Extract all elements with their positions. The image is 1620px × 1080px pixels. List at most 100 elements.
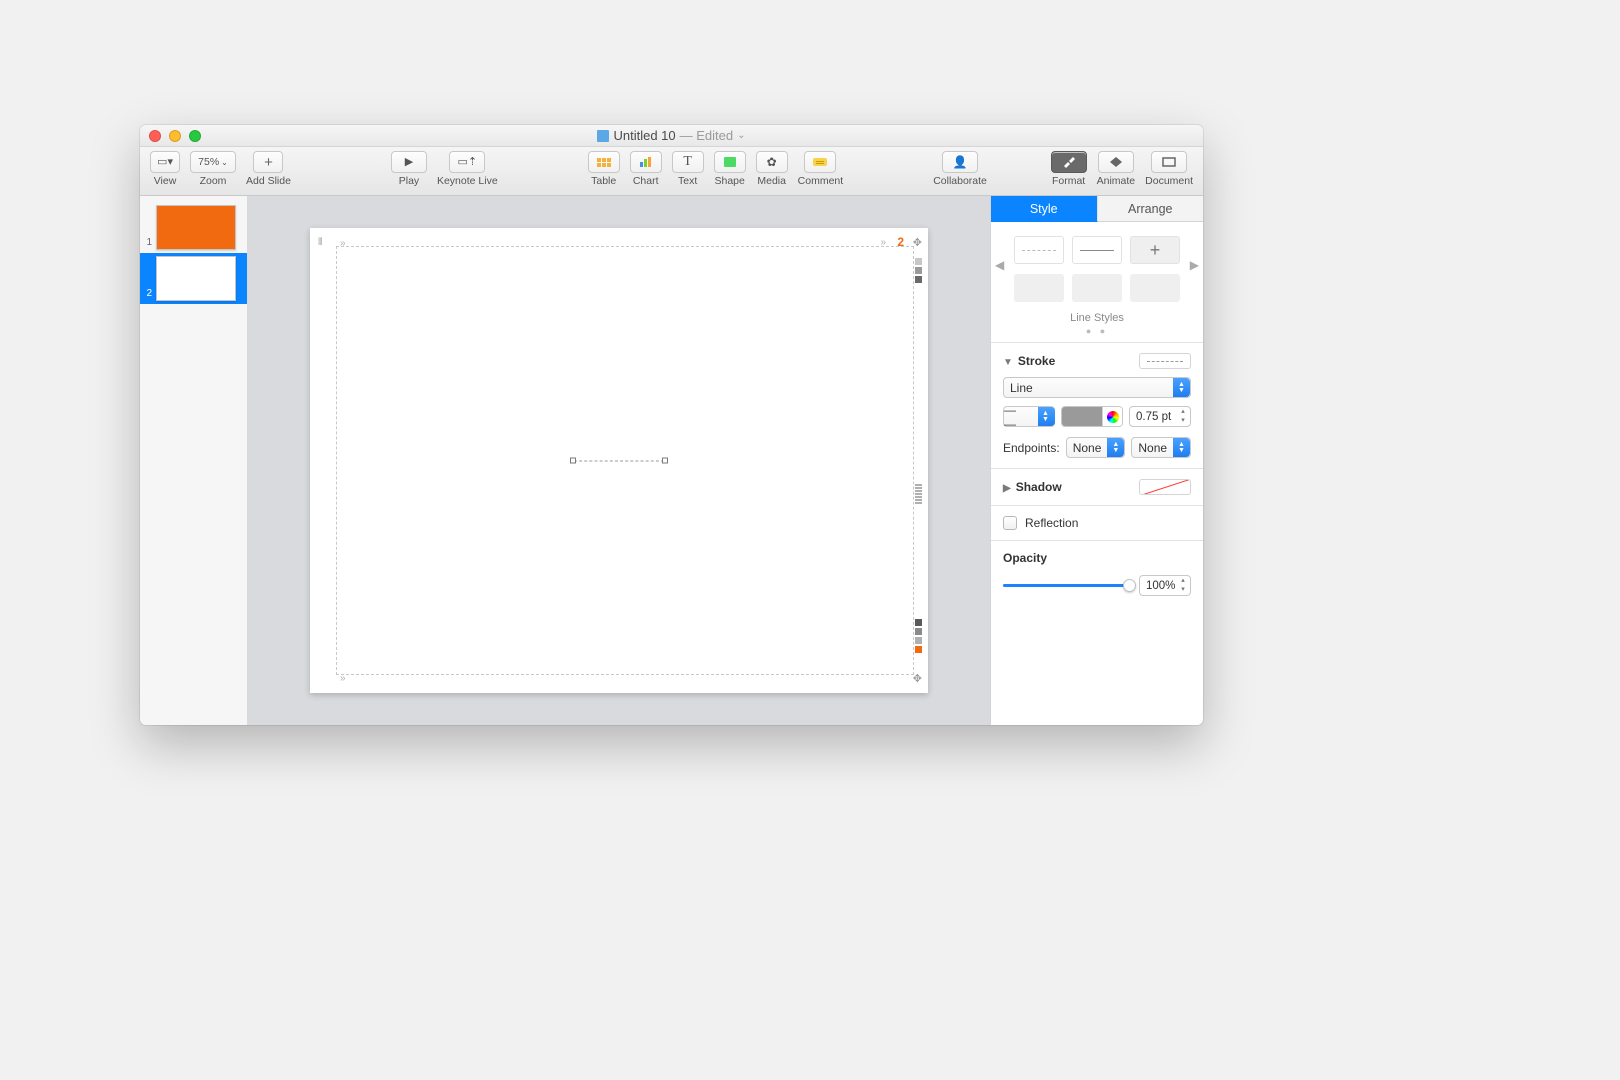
view-button[interactable]: ▭▾: [150, 151, 180, 173]
zoom-button[interactable]: 75%⌄: [190, 151, 236, 173]
text-button[interactable]: T: [672, 151, 704, 173]
canvas-area[interactable]: ⦀ » » 2 ✥ ✥ »: [248, 196, 990, 725]
window-title: Untitled 10 — Edited ⌄: [140, 128, 1203, 143]
add-slide-button[interactable]: +: [253, 151, 283, 173]
slide-thumb-1[interactable]: 1: [140, 202, 247, 253]
line-style-gallery: ◀ ▶ + Line Styles ● ●: [991, 222, 1203, 342]
gallery-prev-icon[interactable]: ◀: [995, 258, 1004, 272]
color-swatch: [1062, 407, 1102, 426]
document-group: Document: [1145, 151, 1193, 187]
toolbar: ▭▾ View 75%⌄ Zoom + Add Slide ▶ Play ▭⇡ …: [140, 147, 1203, 196]
line-style-preset[interactable]: [1014, 236, 1064, 264]
stroke-header[interactable]: ▼Stroke: [1003, 353, 1191, 369]
opacity-section: Opacity 100% ▴▾: [991, 540, 1203, 606]
media-group: ✿ Media: [756, 151, 788, 187]
shape-button[interactable]: [714, 151, 746, 173]
collaborate-group: 👤 Collaborate: [933, 151, 987, 187]
gallery-next-icon[interactable]: ▶: [1190, 258, 1199, 272]
broadcast-icon: ▭⇡: [458, 157, 478, 168]
shadow-header[interactable]: ▶Shadow: [1003, 479, 1191, 495]
chart-group: Chart: [630, 151, 662, 187]
ruler-icon: ⦀: [318, 237, 323, 248]
view-group: ▭▾ View: [150, 151, 180, 187]
page-dots: ● ●: [1001, 326, 1193, 336]
comment-group: Comment: [798, 151, 844, 187]
view-icon: ▭▾: [157, 157, 173, 168]
table-button[interactable]: [588, 151, 620, 173]
reflection-checkbox[interactable]: [1003, 516, 1017, 530]
selected-line-shape[interactable]: [574, 460, 664, 461]
color-picker-button[interactable]: [1102, 407, 1122, 426]
resize-handle-right[interactable]: [662, 457, 668, 463]
stroke-color-well[interactable]: [1061, 406, 1123, 427]
slider-fill: [1003, 584, 1129, 587]
document-icon: [597, 130, 609, 142]
opacity-label: Opacity: [1003, 551, 1191, 565]
line-style-preset[interactable]: [1014, 274, 1064, 302]
slide-canvas[interactable]: ⦀ » » 2 ✥ ✥ »: [310, 228, 928, 693]
slider-knob[interactable]: [1123, 579, 1136, 592]
slide-thumb-2[interactable]: 2: [140, 253, 247, 304]
document-button[interactable]: [1151, 151, 1187, 173]
line-style-preset[interactable]: [1130, 274, 1180, 302]
line-style-preset[interactable]: [1072, 274, 1122, 302]
opacity-slider[interactable]: [1003, 584, 1129, 587]
shape-group: Shape: [714, 151, 746, 187]
comment-label: Comment: [798, 175, 844, 187]
disclosure-triangle-icon: ▶: [1003, 483, 1011, 494]
collaborate-button[interactable]: 👤: [942, 151, 978, 173]
chevron-down-icon: ⌄: [221, 158, 228, 167]
collaborate-icon: 👤: [953, 155, 968, 169]
anchor-icon: ✥: [913, 672, 922, 685]
line-style-preset[interactable]: [1072, 236, 1122, 264]
endpoint-end-select[interactable]: None ▲▼: [1131, 437, 1191, 458]
animate-button[interactable]: [1098, 151, 1134, 173]
play-label: Play: [399, 175, 419, 187]
animate-group: Animate: [1097, 151, 1136, 187]
shadow-well[interactable]: [1139, 479, 1191, 495]
document-rect-icon: [1162, 156, 1176, 168]
add-style-button[interactable]: +: [1130, 236, 1180, 264]
chevron-down-icon[interactable]: ⌄: [737, 130, 745, 141]
table-group: Table: [588, 151, 620, 187]
resize-handle-left[interactable]: [570, 457, 576, 463]
select-stepper-icon: ▲▼: [1107, 438, 1124, 457]
solid-line-icon: [1080, 250, 1114, 251]
select-stepper-icon: ▲▼: [1173, 438, 1190, 457]
dash-pattern-select[interactable]: — —▲▼: [1003, 406, 1055, 427]
tick-markers: [915, 484, 922, 504]
select-stepper-icon: ▲▼: [1173, 378, 1190, 397]
shadow-section: ▶Shadow: [991, 468, 1203, 505]
keynote-live-group: ▭⇡ Keynote Live: [437, 151, 498, 187]
media-icon: ✿: [767, 155, 777, 169]
body: 1 2 ⦀ » » 2 ✥ ✥ »: [140, 196, 1203, 725]
stroke-width-field[interactable]: 0.75 pt ▴▾: [1129, 406, 1191, 427]
tab-arrange[interactable]: Arrange: [1098, 196, 1204, 222]
comment-icon: [813, 158, 827, 166]
play-group: ▶ Play: [391, 151, 427, 187]
format-inspector: Style Arrange ◀ ▶ + Line Styles ● ●: [990, 196, 1203, 725]
stepper-icon[interactable]: ▴▾: [1177, 408, 1189, 425]
table-label: Table: [591, 175, 616, 187]
comment-button[interactable]: [804, 151, 836, 173]
media-button[interactable]: ✿: [756, 151, 788, 173]
table-icon: [597, 158, 611, 167]
titlebar: Untitled 10 — Edited ⌄: [140, 125, 1203, 147]
shape-label: Shape: [714, 175, 744, 187]
endpoint-start-select[interactable]: None ▲▼: [1066, 437, 1126, 458]
play-button[interactable]: ▶: [391, 151, 427, 173]
slide-navigator[interactable]: 1 2: [140, 196, 248, 725]
keynote-live-button[interactable]: ▭⇡: [449, 151, 485, 173]
format-button[interactable]: [1051, 151, 1087, 173]
opacity-field[interactable]: 100% ▴▾: [1139, 575, 1191, 596]
text-label: Text: [678, 175, 697, 187]
chart-icon: [640, 157, 651, 167]
stepper-icon[interactable]: ▴▾: [1177, 577, 1189, 594]
chart-button[interactable]: [630, 151, 662, 173]
reflection-section: Reflection: [991, 505, 1203, 540]
tab-style[interactable]: Style: [991, 196, 1098, 222]
reflection-label: Reflection: [1025, 516, 1078, 530]
text-group: T Text: [672, 151, 704, 187]
anchor-icon: ✥: [913, 236, 922, 249]
stroke-type-select[interactable]: Line ▲▼: [1003, 377, 1191, 398]
